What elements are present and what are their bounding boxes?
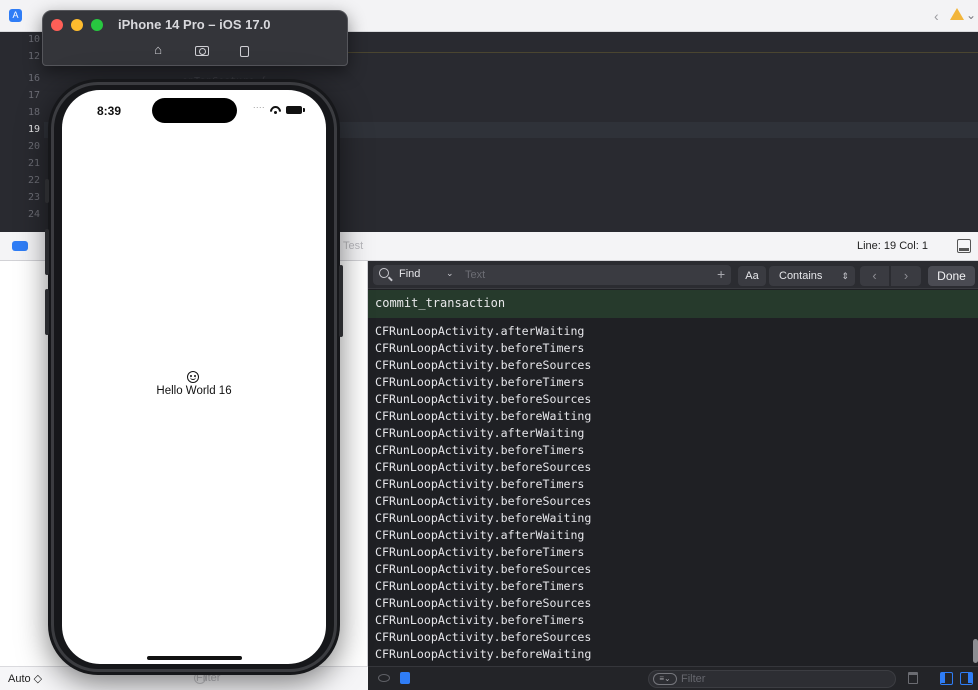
panel-toggle-icon[interactable] xyxy=(957,239,971,253)
log-line: CFRunLoopActivity.beforeSources xyxy=(375,596,592,610)
silent-switch xyxy=(45,179,49,203)
find-field[interactable]: Find ⌄ + xyxy=(373,265,731,285)
match-mode-label: Contains xyxy=(779,270,823,282)
simulator-window-toolbar[interactable]: iPhone 14 Pro – iOS 17.0 ⌂ xyxy=(42,10,348,66)
find-bar: Find ⌄ + Aa Contains ⇕ ‹ › Done xyxy=(368,261,978,289)
log-line: CFRunLoopActivity.beforeTimers xyxy=(375,477,585,491)
filter-options-icon[interactable]: ≡⌄ xyxy=(653,673,677,685)
line-number: 24 xyxy=(27,209,40,220)
link-icon[interactable] xyxy=(400,672,410,684)
line-number: 12 xyxy=(27,51,40,62)
home-indicator[interactable] xyxy=(147,656,242,660)
line-number: 22 xyxy=(27,175,40,186)
find-done-button[interactable]: Done xyxy=(928,266,975,286)
line-number: 23 xyxy=(27,192,40,203)
wifi-icon xyxy=(270,105,281,116)
log-line: CFRunLoopActivity.afterWaiting xyxy=(375,528,585,542)
line-col-indicator: Line: 19 Col: 1 xyxy=(857,240,928,252)
log-line: CFRunLoopActivity.afterWaiting xyxy=(375,426,585,440)
log-line: CFRunLoopActivity.beforeTimers xyxy=(375,375,585,389)
auto-select[interactable]: Auto ◇ xyxy=(8,672,42,685)
find-mode-label[interactable]: Find xyxy=(399,268,420,280)
trash-icon[interactable] xyxy=(908,672,918,684)
iphone-device-frame: 8:39 .... Hello World 16 xyxy=(45,79,343,675)
console-area[interactable]: Find ⌄ + Aa Contains ⇕ ‹ › Done commit_t… xyxy=(368,261,978,690)
home-icon[interactable]: ⌂ xyxy=(148,40,168,60)
dynamic-island xyxy=(152,98,237,123)
chevron-down-icon[interactable]: ⌄ xyxy=(446,268,454,279)
simulator-title: iPhone 14 Pro – iOS 17.0 xyxy=(118,17,271,32)
line-number: 10 xyxy=(27,34,40,45)
log-line: CFRunLoopActivity.beforeTimers xyxy=(375,613,585,627)
split-left-icon[interactable] xyxy=(940,672,953,685)
console-footer: ≡⌄ xyxy=(368,666,978,690)
smiley-icon[interactable] xyxy=(187,371,199,383)
xcode-app-icon[interactable]: A xyxy=(9,9,22,22)
cellular-signal-icon: .... xyxy=(253,100,266,110)
line-number: 16 xyxy=(27,73,40,84)
log-line: CFRunLoopActivity.beforeWaiting xyxy=(375,409,592,423)
log-line: CFRunLoopActivity.beforeWaiting xyxy=(375,511,592,525)
log-line: CFRunLoopActivity.afterWaiting xyxy=(375,324,585,338)
chevron-down-icon[interactable]: ⌄ xyxy=(966,8,976,22)
power-button[interactable] xyxy=(339,265,343,337)
search-icon xyxy=(379,268,389,278)
line-number-current: 19 xyxy=(27,124,40,135)
volume-up-button[interactable] xyxy=(45,229,49,275)
log-line: CFRunLoopActivity.beforeSources xyxy=(375,460,592,474)
hello-world-label[interactable]: Hello World 16 xyxy=(62,385,326,397)
find-input[interactable] xyxy=(465,267,705,283)
log-line: CFRunLoopActivity.beforeWaiting xyxy=(375,647,592,661)
volume-down-button[interactable] xyxy=(45,289,49,335)
line-number: 21 xyxy=(27,158,40,169)
log-line: CFRunLoopActivity.beforeSources xyxy=(375,494,592,508)
line-gutter: 10 12 16 17 18 19 20 21 22 23 24 xyxy=(0,32,44,232)
find-previous-button[interactable]: ‹ xyxy=(860,266,890,286)
case-sensitive-toggle[interactable]: Aa xyxy=(738,266,766,286)
chevron-updown-icon: ⇕ xyxy=(841,271,849,281)
minimize-window-button[interactable] xyxy=(71,19,83,31)
status-time: 8:39 xyxy=(97,104,122,118)
log-line: CFRunLoopActivity.beforeTimers xyxy=(375,545,585,559)
close-window-button[interactable] xyxy=(51,19,63,31)
match-mode-select[interactable]: Contains ⇕ xyxy=(769,266,855,286)
find-next-button[interactable]: › xyxy=(891,266,921,286)
log-line: CFRunLoopActivity.beforeSources xyxy=(375,392,592,406)
rotate-icon[interactable] xyxy=(232,40,252,60)
debug-area-toggle-icon[interactable] xyxy=(12,241,28,251)
log-line: CFRunLoopActivity.beforeSources xyxy=(375,562,592,576)
log-line: CFRunLoopActivity.beforeTimers xyxy=(375,443,585,457)
log-line: CFRunLoopActivity.beforeSources xyxy=(375,630,592,644)
line-number: 17 xyxy=(27,90,40,101)
battery-icon xyxy=(286,106,305,114)
line-number: 18 xyxy=(27,107,40,118)
device-screen[interactable]: 8:39 .... Hello World 16 xyxy=(62,90,326,664)
split-right-icon[interactable] xyxy=(960,672,973,685)
console-log[interactable]: CFRunLoopActivity.afterWaiting CFRunLoop… xyxy=(375,323,591,663)
debug-bar-label: Test xyxy=(343,240,364,252)
console-header-row: commit_transaction xyxy=(368,290,978,318)
console-filter-field[interactable]: ≡⌄ xyxy=(648,670,896,688)
log-line: CFRunLoopActivity.beforeTimers xyxy=(375,341,585,355)
log-line: CFRunLoopActivity.beforeTimers xyxy=(375,579,585,593)
screenshot-icon[interactable] xyxy=(192,40,212,60)
log-line: CFRunLoopActivity.beforeSources xyxy=(375,358,592,372)
console-filter-input[interactable] xyxy=(681,672,881,686)
console-scrollbar[interactable] xyxy=(973,639,978,663)
eye-icon[interactable] xyxy=(378,674,390,682)
line-number: 20 xyxy=(27,141,40,152)
add-find-option-icon[interactable]: + xyxy=(717,266,725,282)
console-header-text: commit_transaction xyxy=(375,296,506,310)
zoom-window-button[interactable] xyxy=(91,19,103,31)
warning-icon[interactable] xyxy=(950,8,964,20)
